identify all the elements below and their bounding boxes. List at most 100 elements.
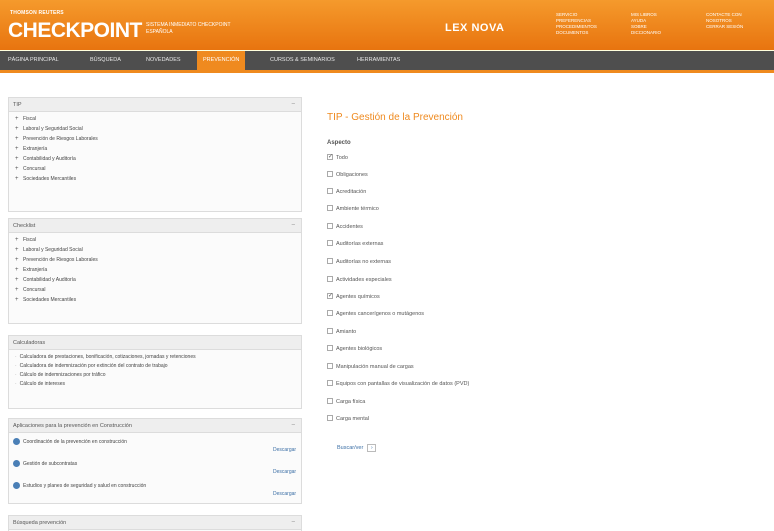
tab-cursos-seminarios[interactable]: CURSOS & SEMINARIOS xyxy=(270,51,335,70)
checklist-tree: + Fiscal + Laboral y Seguridad Social + Pre… xyxy=(9,233,301,305)
checklist-panel-header[interactable]: Checklist – xyxy=(9,219,301,233)
checkbox[interactable] xyxy=(327,414,333,421)
tree-item[interactable]: + Prevención de Riesgos Laborales xyxy=(15,255,301,265)
aspecto-option[interactable]: Obligaciones xyxy=(327,170,368,180)
tree-item[interactable]: + Concursal xyxy=(15,285,301,295)
expand-icon[interactable]: + xyxy=(15,134,23,144)
calculadora-link[interactable]: Calculadora de prestaciones, bonificació… xyxy=(9,353,301,362)
checkbox[interactable] xyxy=(327,327,333,334)
tree-item[interactable]: + Contabilidad y Auditoría xyxy=(15,275,301,285)
checkbox[interactable] xyxy=(327,344,333,351)
app-row: Estudios y planes de seguridad y salud e… xyxy=(9,477,301,499)
header-link[interactable]: DICCIONARIO xyxy=(631,30,661,36)
expand-icon[interactable]: + xyxy=(15,174,23,184)
aspecto-option[interactable]: Acreditación xyxy=(327,187,366,197)
aspecto-option[interactable]: Amianto xyxy=(327,327,356,337)
tree-item[interactable]: + Fiscal xyxy=(15,114,301,124)
checkbox[interactable] xyxy=(327,379,333,386)
aplicaciones-panel-header[interactable]: Aplicaciones para la prevención en Const… xyxy=(9,419,301,433)
expand-icon[interactable]: + xyxy=(15,144,23,154)
checkbox[interactable] xyxy=(327,291,333,301)
checkbox[interactable] xyxy=(327,257,333,264)
calculadora-link[interactable]: Cálculo de intereses xyxy=(9,380,301,389)
aspecto-option[interactable]: Ambiente térmico xyxy=(327,204,379,214)
calculadoras-panel-header[interactable]: Calculadoras xyxy=(9,336,301,350)
expand-icon[interactable]: + xyxy=(15,285,23,295)
app-label: Estudios y planes de seguridad y salud e… xyxy=(23,483,147,489)
expand-icon[interactable]: + xyxy=(15,124,23,134)
option-label: Auditorías no externas xyxy=(336,259,392,265)
expand-icon[interactable]: + xyxy=(15,164,23,174)
expand-icon[interactable]: + xyxy=(15,275,23,285)
collapse-icon[interactable]: – xyxy=(292,422,295,428)
tree-item[interactable]: + Prevención de Riesgos Laborales xyxy=(15,134,301,144)
header-link[interactable]: DOCUMENTOS xyxy=(556,30,597,36)
product-name: LEX NOVA xyxy=(445,22,505,34)
aspecto-option[interactable]: Auditorías no externas xyxy=(327,257,391,267)
option-label: Ambiente térmico xyxy=(336,206,379,212)
checkbox[interactable] xyxy=(327,222,333,229)
aspecto-option[interactable]: Equipos con pantallas de visualización d… xyxy=(327,379,469,389)
collapse-icon[interactable]: – xyxy=(292,222,295,228)
expand-icon[interactable]: + xyxy=(15,255,23,265)
tree-item[interactable]: + Contabilidad y Auditoría xyxy=(15,154,301,164)
expand-icon[interactable]: + xyxy=(15,245,23,255)
checkbox[interactable] xyxy=(327,309,333,316)
tab-novedades[interactable]: NOVEDADES xyxy=(146,51,181,70)
buscar-button[interactable]: Buscar/ver › xyxy=(337,444,377,452)
aspecto-option[interactable]: Carga mental xyxy=(327,414,369,424)
tree-item-label: Contabilidad y Auditoría xyxy=(23,156,76,162)
checkpoint-logo[interactable]: CHECKPOINT xyxy=(8,19,142,43)
checkbox[interactable] xyxy=(327,152,333,162)
aspecto-option[interactable]: Agentes cancerígenos o mutágenos xyxy=(327,309,424,319)
expand-icon[interactable]: + xyxy=(15,265,23,275)
download-link[interactable]: Descargar xyxy=(273,447,296,453)
option-label: Carga mental xyxy=(336,416,370,422)
checklist-panel: Checklist – + Fiscal + Laboral y Seguridad… xyxy=(8,218,302,324)
tree-item[interactable]: + Sociedades Mercantiles xyxy=(15,174,301,184)
tab-pagina-principal[interactable]: PÁGINA PRINCIPAL xyxy=(8,51,59,70)
checkbox[interactable] xyxy=(327,362,333,369)
aspecto-option[interactable]: Todo xyxy=(327,152,348,163)
aspecto-option[interactable]: Actividades especiales xyxy=(327,275,392,285)
checkbox[interactable] xyxy=(327,170,333,177)
tree-item-label: Prevención de Riesgos Laborales xyxy=(23,257,98,263)
buscador-panel-header[interactable]: Búsqueda prevención – xyxy=(9,516,301,530)
calculadora-link[interactable]: Calculadora de indemnización por extinci… xyxy=(9,362,301,371)
tip-panel-header[interactable]: TIP – xyxy=(9,98,301,112)
main-nav: PÁGINA PRINCIPAL BÚSQUEDA NOVEDADES PREV… xyxy=(0,50,774,70)
tree-item[interactable]: + Extranjería xyxy=(15,144,301,154)
expand-icon[interactable]: + xyxy=(15,154,23,164)
calculadora-link[interactable]: Cálculo de indemnizaciones por tráfico xyxy=(9,371,301,380)
download-link[interactable]: Descargar xyxy=(273,469,296,475)
tree-item[interactable]: + Concursal xyxy=(15,164,301,174)
aspecto-option[interactable]: Agentes químicos xyxy=(327,291,380,302)
checkbox[interactable] xyxy=(327,397,333,404)
tree-item[interactable]: + Extranjería xyxy=(15,265,301,275)
collapse-icon[interactable]: – xyxy=(292,101,295,107)
collapse-icon[interactable]: – xyxy=(292,519,295,525)
tree-item[interactable]: + Laboral y Seguridad Social xyxy=(15,245,301,255)
aspecto-option[interactable]: Accidentes xyxy=(327,222,363,232)
checkbox[interactable] xyxy=(327,204,333,211)
app-row: Gestión de subcontratas Descargar xyxy=(9,455,301,477)
tree-item[interactable]: + Laboral y Seguridad Social xyxy=(15,124,301,134)
checkbox[interactable] xyxy=(327,275,333,282)
aspecto-option[interactable]: Auditorías externas xyxy=(327,239,383,249)
checkbox[interactable] xyxy=(327,239,333,246)
tree-item[interactable]: + Sociedades Mercantiles xyxy=(15,295,301,305)
option-label: Agentes cancerígenos o mutágenos xyxy=(336,311,425,317)
expand-icon[interactable]: + xyxy=(15,114,23,124)
aspecto-option[interactable]: Agentes biológicos xyxy=(327,344,382,354)
tree-item[interactable]: + Fiscal xyxy=(15,235,301,245)
tab-prevencion[interactable]: PREVENCIÓN xyxy=(197,51,246,70)
aspecto-option[interactable]: Manipulación manual de cargas xyxy=(327,362,414,372)
aspecto-option[interactable]: Carga física xyxy=(327,397,365,407)
expand-icon[interactable]: + xyxy=(15,235,23,245)
expand-icon[interactable]: + xyxy=(15,295,23,305)
tab-busqueda[interactable]: BÚSQUEDA xyxy=(90,51,121,70)
tab-herramientas[interactable]: HERRAMIENTAS xyxy=(357,51,400,70)
download-link[interactable]: Descargar xyxy=(273,491,296,497)
header-link[interactable]: CERRAR SESIÓN xyxy=(706,24,743,30)
checkbox[interactable] xyxy=(327,187,333,194)
